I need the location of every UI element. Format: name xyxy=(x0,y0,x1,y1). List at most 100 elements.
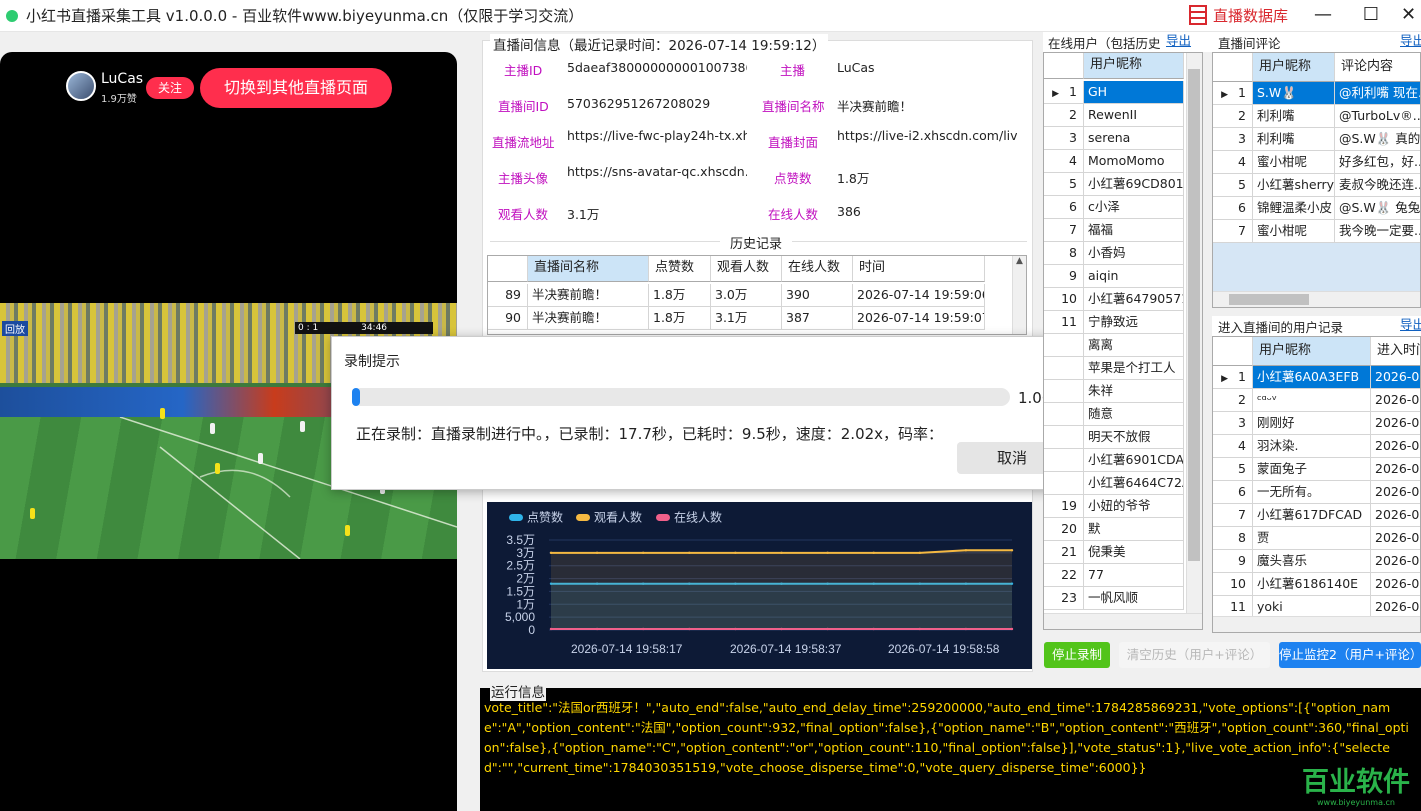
online-hscroll[interactable] xyxy=(1044,613,1202,629)
list-item[interactable]: ▶23一帆风顺 xyxy=(1044,587,1184,610)
list-item[interactable]: ▶6一无所有。2026-07 xyxy=(1213,481,1420,504)
close-button[interactable]: ✕ xyxy=(1396,2,1421,30)
row-number-text: 7 xyxy=(1238,223,1246,238)
comments-grid[interactable]: 用户昵称评论内容▶1S.W🐰@利利嘴 现在...▶2利利嘴@TurboLv®..… xyxy=(1212,52,1421,308)
log-text[interactable]: vote_title":"法国or西班牙！","auto_end":false,… xyxy=(484,698,1416,778)
history-header-time[interactable]: 时间 xyxy=(853,256,985,282)
host-likes: 1.9万赞 xyxy=(101,94,137,105)
chart-point xyxy=(549,627,553,631)
list-item[interactable]: ▶11宁静致远 xyxy=(1044,311,1184,334)
list-item[interactable]: ▶ 1 GH xyxy=(1044,81,1184,104)
list-item[interactable]: ▶4羽沐染.2026-07 xyxy=(1213,435,1420,458)
list-item[interactable]: ▶8贾2026-07 xyxy=(1213,527,1420,550)
comments-header-user[interactable]: 用户昵称 xyxy=(1253,53,1335,82)
enter-hscroll[interactable] xyxy=(1213,616,1420,632)
online-users-grid[interactable]: 用户昵称▶1GH▶2RewenII▶3serena▶4MomoMomo▶5小红薯… xyxy=(1043,52,1203,630)
scroll-up-icon[interactable]: ▲ xyxy=(1013,256,1026,266)
stop-record-button[interactable]: 停止录制 xyxy=(1044,642,1110,668)
enter-header-time[interactable]: 进入时间 xyxy=(1371,337,1420,366)
history-header-name[interactable]: 直播间名称 xyxy=(528,256,649,282)
minimize-button[interactable]: — xyxy=(1300,2,1346,30)
list-item[interactable]: ▶4蜜小柑呢好多红包，好... xyxy=(1213,151,1420,174)
chart-point xyxy=(642,551,645,555)
list-item[interactable]: ▶21倪秉美 xyxy=(1044,541,1184,564)
database-link[interactable]: 直播数据库 xyxy=(1213,5,1288,26)
list-item[interactable]: ▶9魔头喜乐2026-07 xyxy=(1213,550,1420,573)
history-header-viewers[interactable]: 观看人数 xyxy=(711,256,782,282)
scroll-thumb[interactable] xyxy=(1229,294,1309,305)
database-icon[interactable] xyxy=(1188,5,1208,25)
row-number: ▶ 1 xyxy=(1044,81,1084,104)
chart-y-tick: 0 xyxy=(528,623,535,637)
online-header-name[interactable]: 用户昵称 xyxy=(1084,53,1184,79)
list-item[interactable]: ▶苹果是个打工人 xyxy=(1044,357,1184,380)
scroll-thumb[interactable] xyxy=(1188,69,1200,561)
list-item[interactable]: ▶2利利嘴@TurboLv®... xyxy=(1213,105,1420,128)
list-item[interactable]: ▶5蒙面兔子2026-07 xyxy=(1213,458,1420,481)
history-scrollbar[interactable]: ▲ xyxy=(1012,256,1026,334)
divider xyxy=(792,241,1027,242)
list-item[interactable]: ▶10小红薯6186140E2026-07 xyxy=(1213,573,1420,596)
table-row[interactable]: 90 半决赛前瞻！ 1.8万 3.1万 387 2026-07-14 19:59… xyxy=(488,307,985,330)
list-item[interactable]: ▶离离 xyxy=(1044,334,1184,357)
list-item[interactable]: ▶7福福 xyxy=(1044,219,1184,242)
record-progress-fill xyxy=(352,388,360,406)
row-number: ▶7 xyxy=(1213,504,1253,527)
online-vscroll[interactable] xyxy=(1186,53,1202,615)
row-number: ▶4 xyxy=(1044,150,1084,173)
history-header-likes[interactable]: 点赞数 xyxy=(649,256,711,282)
list-item[interactable]: ▶3serena xyxy=(1044,127,1184,150)
list-item[interactable]: ▶7蜜小柑呢我今晚一定要... xyxy=(1213,220,1420,243)
list-item[interactable]: ▶1小红薯6A0A3EFB2026-07 xyxy=(1213,366,1420,389)
list-item[interactable]: ▶2ᶜᵅᵕᵛ2026-07 xyxy=(1213,389,1420,412)
comments-hscroll[interactable] xyxy=(1213,291,1420,307)
user-nickname: 离离 xyxy=(1084,334,1184,357)
list-item[interactable]: ▶小红薯6901CDA1 xyxy=(1044,449,1184,472)
row-number: ▶20 xyxy=(1044,518,1084,541)
comments-export-link[interactable]: 导出 xyxy=(1400,30,1421,49)
enter-export-link[interactable]: 导出 xyxy=(1400,314,1421,333)
room-name-label: 直播间名称 xyxy=(762,99,825,114)
maximize-button[interactable]: ☐ xyxy=(1348,2,1394,30)
list-item[interactable]: ▶5小红薯sherry麦叔今晚还连... xyxy=(1213,174,1420,197)
list-item[interactable]: ▶3利利嘴@S.W🐰 真的 ... xyxy=(1213,128,1420,151)
stop-monitor-button[interactable]: 停止监控2（用户+评论） xyxy=(1279,642,1421,668)
list-item[interactable]: ▶20默 xyxy=(1044,518,1184,541)
enter-user: 一无所有。 xyxy=(1253,481,1371,504)
list-item[interactable]: ▶ 1 S.W🐰 @利利嘴 现在... xyxy=(1213,82,1420,105)
enter-users-grid[interactable]: 用户昵称进入时间▶1小红薯6A0A3EFB2026-07▶2ᶜᵅᵕᵛ2026-0… xyxy=(1212,336,1421,633)
history-table[interactable]: 直播间名称 点赞数 观看人数 在线人数 时间 89 半决赛前瞻！ 1.8万 3.… xyxy=(487,255,1027,335)
enter-header-user[interactable]: 用户昵称 xyxy=(1253,337,1371,366)
list-item[interactable]: ▶19小妞的爷爷 xyxy=(1044,495,1184,518)
list-item[interactable]: ▶2RewenII xyxy=(1044,104,1184,127)
list-item[interactable]: ▶4MomoMomo xyxy=(1044,150,1184,173)
dialog-title: 录制提示 xyxy=(344,354,400,370)
comments-caption: 直播间评论 xyxy=(1218,36,1281,51)
switch-live-button[interactable]: 切换到其他直播页面 xyxy=(200,68,392,108)
cell-time: 2026-07-14 19:59:07 xyxy=(853,307,985,330)
clear-history-button[interactable]: 清空历史（用户+评论） xyxy=(1119,642,1270,668)
list-item[interactable]: ▶小红薯6464C72A xyxy=(1044,472,1184,495)
list-item[interactable]: ▶6c小泽 xyxy=(1044,196,1184,219)
list-item[interactable]: ▶2277 xyxy=(1044,564,1184,587)
online-export-link[interactable]: 导出 xyxy=(1166,30,1191,49)
list-item[interactable]: ▶5小红薯69CD8017 xyxy=(1044,173,1184,196)
table-row[interactable]: 89 半决赛前瞻！ 1.8万 3.0万 390 2026-07-14 19:59… xyxy=(488,284,985,307)
row-number: ▶5 xyxy=(1213,458,1253,481)
list-item[interactable]: ▶3刚刚好2026-07 xyxy=(1213,412,1420,435)
history-header-online[interactable]: 在线人数 xyxy=(782,256,853,282)
list-item[interactable]: ▶7小红薯617DFCAD2026-07 xyxy=(1213,504,1420,527)
list-item[interactable]: ▶9aiqin xyxy=(1044,265,1184,288)
comments-header-content[interactable]: 评论内容 xyxy=(1335,53,1420,82)
list-item[interactable]: ▶8小香妈 xyxy=(1044,242,1184,265)
follow-button[interactable]: 关注 xyxy=(146,77,194,99)
list-item[interactable]: ▶6锦鲤温柔小皮@S.W🐰 兔兔... xyxy=(1213,197,1420,220)
chart-point xyxy=(734,551,737,555)
list-item[interactable]: ▶朱祥 xyxy=(1044,380,1184,403)
enter-header-rownum xyxy=(1213,337,1253,366)
list-item[interactable]: ▶10小红薯64790571 xyxy=(1044,288,1184,311)
enter-time: 2026-07 xyxy=(1371,458,1420,481)
list-item[interactable]: ▶明天不放假 xyxy=(1044,426,1184,449)
list-item[interactable]: ▶随意 xyxy=(1044,403,1184,426)
host-avatar-value: https://sns-avatar-qc.xhscdn... xyxy=(567,164,747,179)
